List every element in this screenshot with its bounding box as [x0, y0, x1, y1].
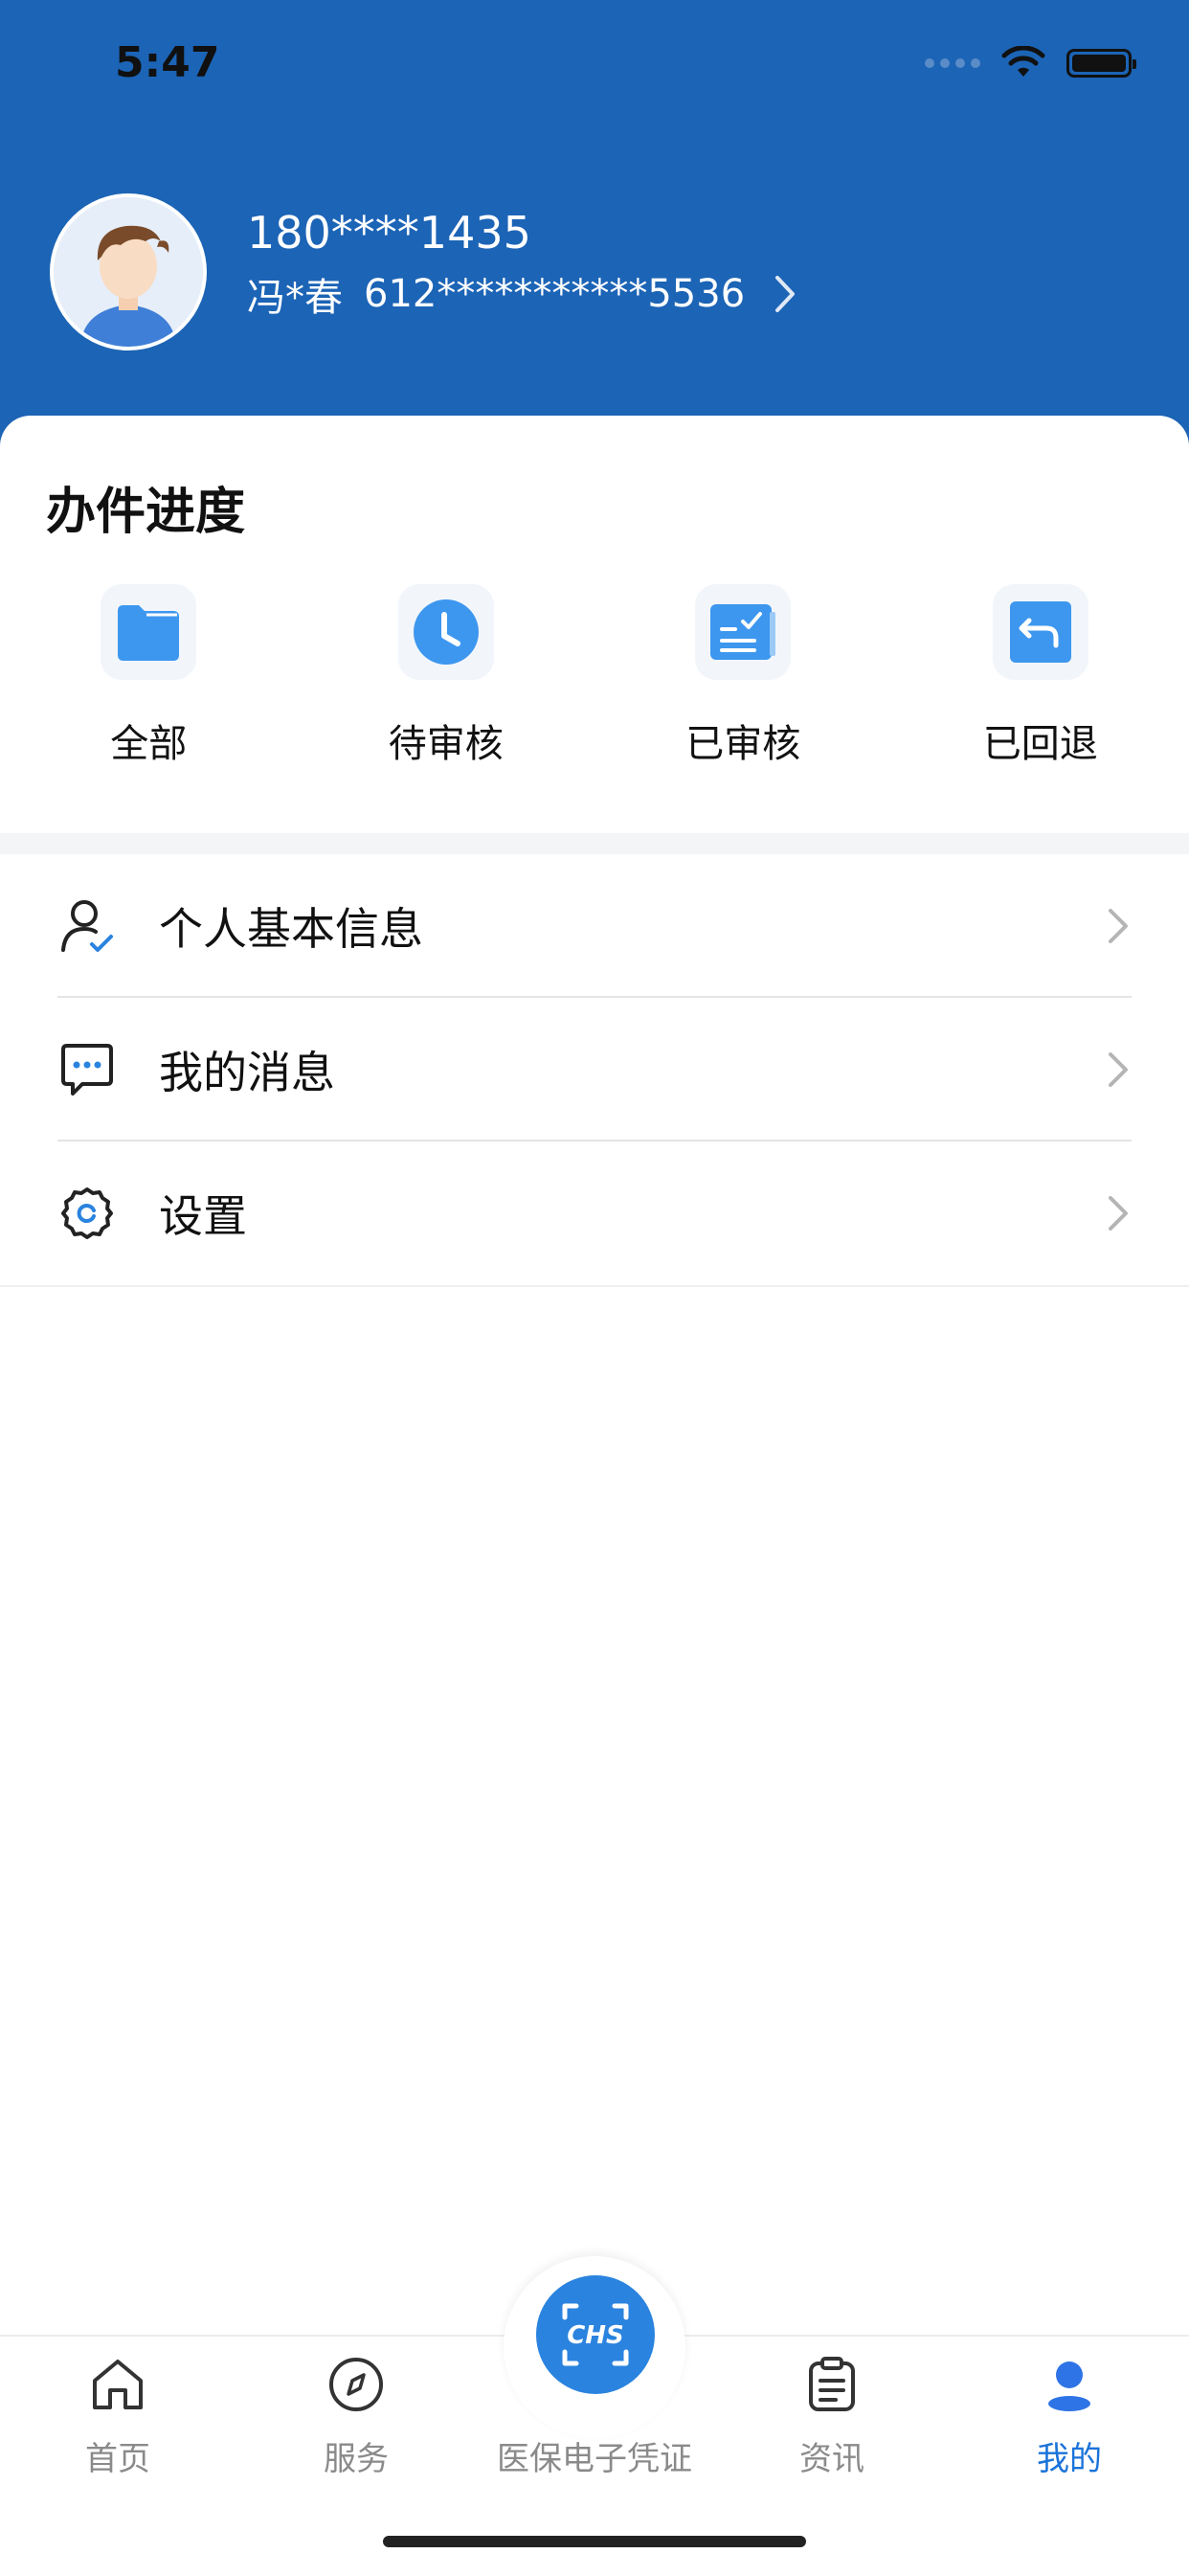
section-divider — [0, 833, 1189, 854]
menu-bottom-border — [0, 1285, 1189, 1287]
home-indicator — [383, 2536, 806, 2547]
settings-menu: 个人基本信息 我的消息 设置 — [0, 854, 1189, 1287]
progress-pending[interactable]: 待审核 — [298, 584, 595, 768]
user-id-number: 612***********5536 — [364, 272, 745, 316]
user-phone[interactable]: 180****1435 — [247, 207, 531, 259]
progress-items: 全部 待审核 已审核 — [0, 584, 1189, 768]
menu-item-settings[interactable]: 设置 — [0, 1141, 1189, 1285]
tab-services[interactable]: 服务 — [260, 2354, 452, 2479]
chs-logo-text: CHS — [567, 2321, 624, 2350]
folder-icon — [101, 584, 196, 680]
cellular-signal-icon — [925, 58, 980, 68]
clock-icon — [398, 584, 494, 680]
progress-returned[interactable]: 已回退 — [892, 584, 1189, 768]
battery-icon — [1066, 49, 1132, 78]
person-icon — [1039, 2354, 1100, 2415]
avatar[interactable] — [50, 193, 207, 350]
status-time: 5:47 — [115, 38, 219, 87]
compass-icon — [325, 2354, 387, 2415]
tab-label: 首页 — [85, 2432, 150, 2479]
progress-all[interactable]: 全部 — [0, 584, 298, 768]
menu-item-personal-info[interactable]: 个人基本信息 — [0, 854, 1189, 998]
tab-news[interactable]: 资讯 — [736, 2354, 928, 2479]
chevron-right-icon — [1103, 1192, 1132, 1234]
menu-item-label: 我的消息 — [159, 1038, 335, 1101]
chevron-right-icon — [1103, 905, 1132, 947]
progress-card: 办件进度 全部 待审核 — [0, 416, 1189, 833]
progress-label: 已审核 — [685, 712, 800, 768]
chevron-right-icon — [1103, 1049, 1132, 1091]
progress-label: 待审核 — [389, 712, 504, 768]
message-icon — [57, 1040, 117, 1099]
tab-mine[interactable]: 我的 — [974, 2354, 1165, 2479]
menu-item-label: 个人基本信息 — [159, 894, 423, 958]
tab-home[interactable]: 首页 — [22, 2354, 213, 2479]
gear-icon — [57, 1184, 117, 1243]
progress-title: 办件进度 — [46, 471, 245, 543]
clipboard-icon — [801, 2354, 863, 2415]
user-verified-icon — [57, 896, 117, 956]
progress-label: 已回退 — [983, 712, 1098, 768]
menu-item-messages[interactable]: 我的消息 — [0, 998, 1189, 1141]
return-icon — [993, 584, 1088, 680]
chevron-right-icon — [766, 272, 804, 316]
user-identity-row[interactable]: 冯*春 612***********5536 — [247, 266, 804, 322]
tab-label: 我的 — [1037, 2432, 1102, 2479]
tab-label: 服务 — [324, 2432, 389, 2479]
user-name: 冯*春 — [247, 266, 343, 322]
menu-item-label: 设置 — [159, 1182, 247, 1245]
progress-approved[interactable]: 已审核 — [594, 584, 892, 768]
status-icons — [925, 46, 1132, 80]
chs-scan-icon: CHS — [536, 2275, 655, 2394]
tab-medical-insurance-code[interactable]: CHS — [536, 2275, 655, 2394]
checked-list-icon — [695, 584, 791, 680]
tab-label: 医保电子凭证 — [451, 2432, 738, 2479]
tab-label: 资讯 — [799, 2432, 864, 2479]
wifi-icon — [1001, 46, 1045, 80]
home-icon — [87, 2354, 148, 2415]
progress-label: 全部 — [110, 712, 187, 768]
